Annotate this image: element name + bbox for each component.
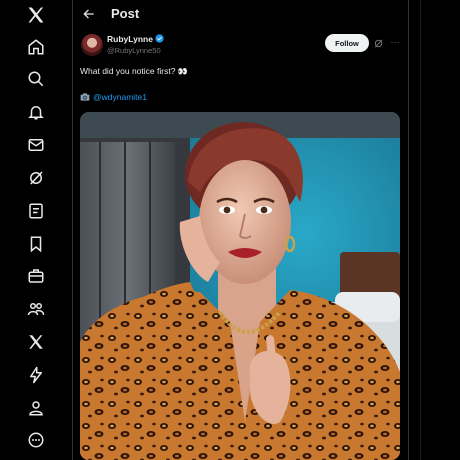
grok-icon[interactable] bbox=[373, 38, 384, 49]
home-icon[interactable] bbox=[26, 37, 46, 57]
portrait-photo bbox=[80, 112, 400, 460]
column-divider bbox=[420, 0, 421, 460]
photo-credit-link[interactable]: @wdynamite1 bbox=[80, 92, 147, 102]
notifications-icon[interactable] bbox=[26, 102, 46, 122]
communities-icon[interactable] bbox=[26, 299, 46, 319]
more-options-icon[interactable]: ··· bbox=[389, 36, 401, 48]
author-handle[interactable]: @RubyLynne50 bbox=[107, 46, 161, 55]
premium-icon[interactable] bbox=[26, 332, 46, 352]
post-image[interactable] bbox=[80, 112, 400, 460]
lists-icon[interactable] bbox=[26, 201, 46, 221]
verified-orgs-icon[interactable] bbox=[26, 365, 46, 385]
back-arrow-icon[interactable] bbox=[79, 4, 99, 24]
bookmarks-icon[interactable] bbox=[26, 234, 46, 254]
avatar[interactable] bbox=[81, 34, 103, 56]
more-icon[interactable] bbox=[26, 430, 46, 450]
side-nav bbox=[0, 0, 72, 460]
post-text: What did you notice first? 👀 bbox=[80, 66, 188, 76]
search-icon[interactable] bbox=[26, 69, 46, 89]
author-name[interactable]: RubyLynne bbox=[107, 34, 164, 44]
post-text-body: What did you notice first? bbox=[80, 66, 176, 76]
eyes-emoji: 👀 bbox=[177, 67, 188, 76]
page-title: Post bbox=[111, 6, 140, 21]
messages-icon[interactable] bbox=[26, 135, 46, 155]
post-header: Post bbox=[73, 0, 408, 28]
photo-credit-handle: @wdynamite1 bbox=[93, 92, 147, 102]
jobs-icon[interactable] bbox=[26, 266, 46, 286]
grok-icon[interactable] bbox=[26, 168, 46, 188]
verified-badge-icon bbox=[155, 34, 164, 43]
column-divider bbox=[408, 0, 409, 460]
x-logo-icon[interactable] bbox=[24, 3, 48, 27]
column-divider bbox=[72, 0, 73, 460]
camera-icon bbox=[80, 93, 90, 101]
author-display-name: RubyLynne bbox=[107, 34, 153, 44]
follow-button[interactable]: Follow bbox=[325, 34, 369, 52]
profile-icon[interactable] bbox=[26, 398, 46, 418]
